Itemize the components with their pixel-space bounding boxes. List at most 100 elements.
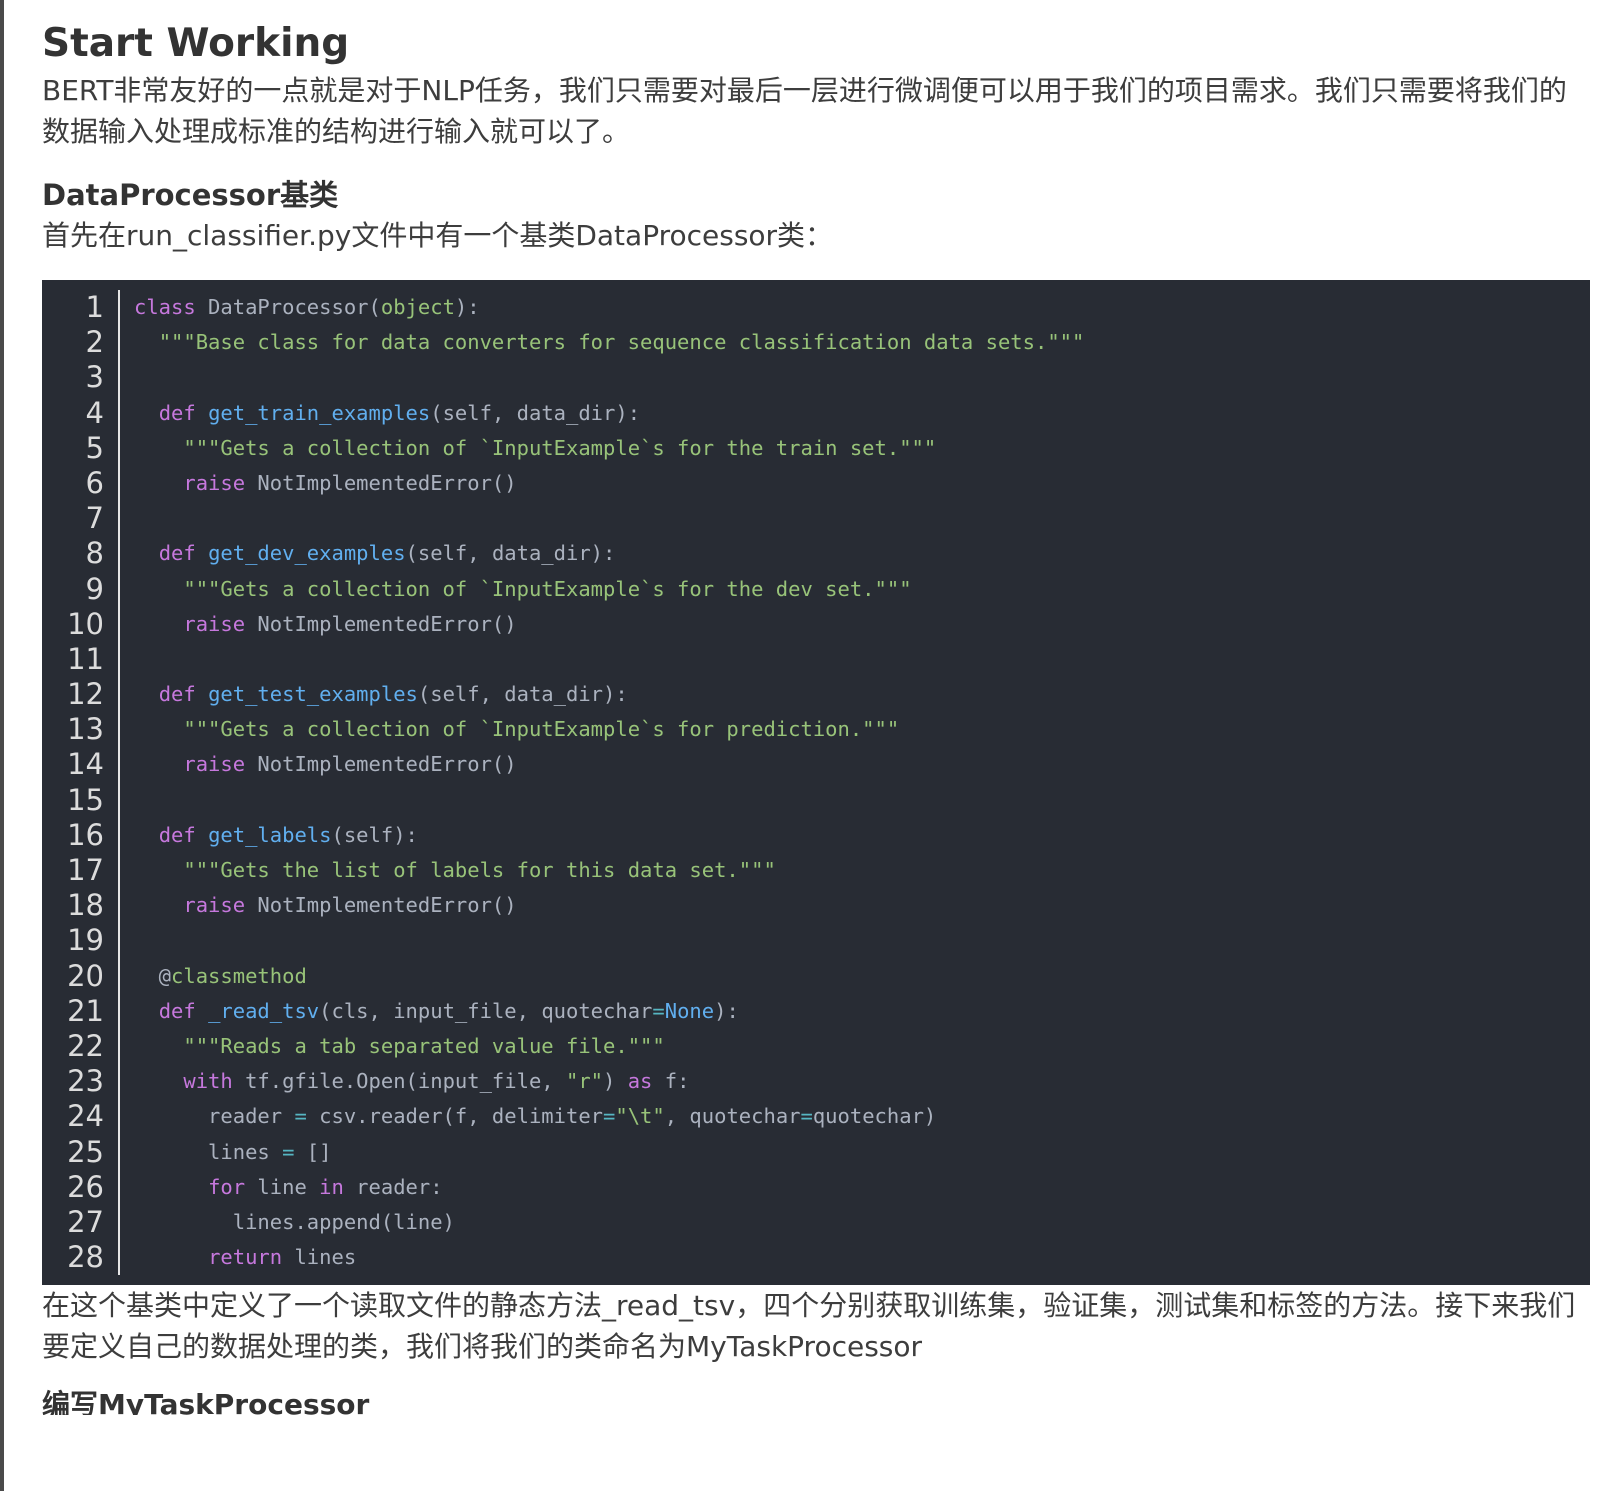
- code-line: return lines: [134, 1240, 1590, 1275]
- line-number: 28: [67, 1240, 104, 1275]
- code-token: def: [158, 682, 196, 707]
- code-token: return: [208, 1245, 283, 1270]
- code-token: for: [208, 1174, 246, 1199]
- code-token: get_labels: [208, 822, 332, 847]
- code-token: tf.gfile.Open(input_file,: [232, 1069, 566, 1094]
- code-line: @classmethod: [134, 959, 1590, 994]
- code-token: =: [652, 998, 665, 1023]
- line-number: 25: [67, 1134, 104, 1169]
- code-line: """Gets a collection of `InputExample`s …: [134, 572, 1590, 607]
- code-token: get_test_examples: [208, 682, 418, 707]
- explanation-paragraph: 在这个基类中定义了一个读取文件的静态方法_read_tsv，四个分别获取训练集，…: [42, 1289, 1576, 1364]
- section-title: Start Working: [42, 21, 350, 66]
- code-line: def get_test_examples(self, data_dir):: [134, 677, 1590, 712]
- code-token: """Gets a collection of `InputExample`s …: [183, 717, 900, 742]
- code-token: (self, data_dir):: [405, 541, 616, 566]
- code-line: for line in reader:: [134, 1170, 1590, 1205]
- code-token: (self, data_dir):: [417, 682, 628, 707]
- lead-paragraph: 首先在run_classifier.py文件中有一个基类DataProcesso…: [42, 219, 834, 252]
- code-token: object: [380, 295, 455, 319]
- code-token: csv.reader(f, delimiter: [306, 1104, 604, 1129]
- code-token: raise: [183, 470, 246, 495]
- code-token: def: [158, 822, 196, 847]
- code-token: reader: [134, 1104, 295, 1129]
- code-token: raise: [183, 893, 246, 918]
- code-line: """Gets a collection of `InputExample`s …: [134, 712, 1590, 747]
- line-number: 13: [67, 712, 104, 747]
- line-number: 17: [67, 853, 104, 887]
- code-token: """Base class for data converters for se…: [158, 330, 1085, 355]
- line-number: 23: [67, 1064, 104, 1099]
- code-token: with: [183, 1069, 233, 1094]
- line-number: 21: [67, 993, 104, 1028]
- code-line: """Base class for data converters for se…: [134, 325, 1590, 360]
- code-token: =: [294, 1104, 307, 1129]
- code-line: """Reads a tab separated value file.""": [134, 1029, 1590, 1064]
- code-line: class DataProcessor(object):: [134, 290, 1590, 325]
- code-token: "r": [566, 1069, 604, 1094]
- article-body: Start Working BERT非常友好的一点就是对于NLP任务，我们只需要…: [42, 0, 1590, 1415]
- line-number: 26: [67, 1169, 104, 1204]
- code-token: """Reads a tab separated value file.""": [183, 1033, 665, 1058]
- code-token: def: [158, 541, 196, 566]
- code-token: get_train_examples: [208, 400, 431, 425]
- code-token: _read_tsv: [208, 998, 320, 1023]
- line-number: 10: [67, 606, 104, 641]
- line-number: 2: [85, 325, 104, 360]
- code-token: as: [627, 1069, 653, 1094]
- code-token: ):: [454, 295, 480, 319]
- code-line: raise NotImplementedError(): [134, 466, 1590, 501]
- code-token: f:: [652, 1069, 690, 1094]
- line-number: 22: [67, 1028, 104, 1063]
- code-content[interactable]: class DataProcessor(object): """Base cla…: [120, 290, 1590, 1275]
- code-token: ):: [714, 998, 739, 1023]
- code-line: lines.append(line): [134, 1205, 1590, 1240]
- line-number: 3: [85, 360, 104, 395]
- code-token: =: [603, 1104, 616, 1129]
- line-number: 5: [85, 430, 104, 465]
- code-token: def: [158, 998, 196, 1023]
- line-number: 27: [67, 1204, 104, 1239]
- line-number: 9: [85, 571, 104, 606]
- code-token: quotechar): [812, 1104, 937, 1129]
- code-token: def: [158, 400, 196, 425]
- code-line: def _read_tsv(cls, input_file, quotechar…: [134, 994, 1590, 1029]
- code-token: """Gets a collection of `InputExample`s …: [183, 435, 937, 460]
- line-number-gutter: 1 2 3 4 5 6 7 8 9 10 11 12 13 14 15 16 17 18 19 20 21 22 23 24 2…: [42, 290, 120, 1276]
- code-token: ): [603, 1069, 628, 1094]
- code-line: reader = csv.reader(f, delimiter="\t", q…: [134, 1099, 1590, 1134]
- line-number: 1: [85, 290, 104, 324]
- left-border: [0, 0, 4, 1491]
- code-token: NotImplementedError(): [245, 752, 517, 777]
- code-token: lines: [282, 1245, 357, 1270]
- line-number: 4: [85, 395, 104, 430]
- code-token: """Gets a collection of `InputExample`s …: [183, 576, 912, 601]
- code-token: lines: [134, 1139, 283, 1164]
- code-token: lines.append(line): [134, 1209, 455, 1234]
- code-line: def get_dev_examples(self, data_dir):: [134, 536, 1590, 571]
- code-block[interactable]: 1 2 3 4 5 6 7 8 9 10 11 12 13 14 15 16 17 18 19 20 21 22 23 24 2…: [42, 280, 1590, 1286]
- code-token: DataProcessor(: [195, 295, 381, 319]
- code-line: def get_train_examples(self, data_dir):: [134, 396, 1590, 431]
- code-token: =: [282, 1139, 295, 1164]
- code-line: with tf.gfile.Open(input_file, "r") as f…: [134, 1064, 1590, 1099]
- code-token: (self, data_dir):: [430, 400, 641, 425]
- code-line: raise NotImplementedError(): [134, 888, 1590, 923]
